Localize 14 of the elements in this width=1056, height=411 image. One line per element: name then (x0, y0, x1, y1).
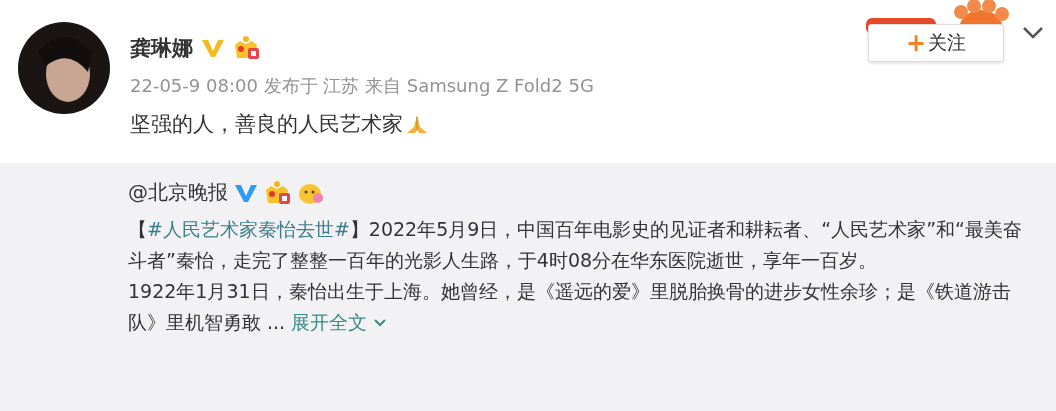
post-meta: 22-05-9 08:00 发布于 江苏 来自 Samsung Z Fold2 5G (130, 74, 595, 98)
post-text: 坚强的人，善良的人民艺术家 (130, 111, 403, 138)
expand-full-text-link[interactable]: 展开全文 (291, 307, 388, 338)
repost-author[interactable]: @北京晚报 (128, 179, 228, 206)
post-paragraph: 【#人民艺术家秦怡去世#】2022年5月9日，中国百年电影史的见证者和耕耘者、“人民艺术家”和“最美奋斗者”秦怡，走完了整整一百年的光影人生路，于4时08分在华东医院逝世，享年一百岁。 (128, 217, 1023, 273)
crown-badge-icon (264, 179, 292, 206)
hashtag-link[interactable]: #人民艺术家秦怡去世# (147, 218, 350, 240)
avatar[interactable] (18, 22, 110, 114)
post-paragraph: 1922年1月31日，秦怡出生于上海。她曾经，是《遥远的爱》里脱胎换骨的进步女性余珍；是《铁道游击队》里机智勇敢 ... 展开全文 (128, 276, 1026, 338)
crown-badge-icon (233, 35, 261, 61)
chevron-down-icon[interactable] (1022, 26, 1044, 40)
author-name[interactable]: 龚琳娜 (130, 34, 193, 62)
chevron-down-icon (373, 317, 388, 328)
follow-button[interactable]: +关注 (868, 24, 1004, 62)
